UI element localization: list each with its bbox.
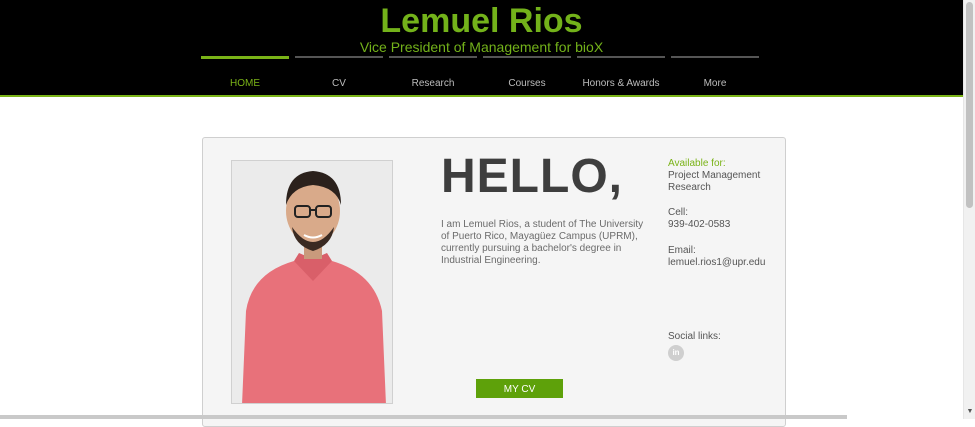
cell-label: Cell: [668,207,689,218]
site-title[interactable]: Lemuel Rios [0,2,963,40]
scrollbar-thumb[interactable] [966,2,973,208]
horizontal-scrollbar[interactable] [0,415,847,419]
cell-section: Cell: 939-402-0583 [668,207,730,231]
email-label: Email: [668,245,696,256]
linkedin-icon[interactable]: in [668,345,684,361]
profile-photo-illustration [232,161,392,403]
profile-photo [231,160,393,404]
available-item: Project Management [668,170,761,181]
intro-text: I am Lemuel Rios, a student of The Unive… [441,219,644,266]
nav-item-courses[interactable]: Courses [483,56,571,94]
nav-label[interactable]: Courses [483,78,571,89]
nav-item-more[interactable]: More [671,56,759,94]
nav-label[interactable]: Honors & Awards [577,78,665,89]
greeting-heading: HELLO, [441,150,623,203]
available-label: Available for: [668,158,726,169]
nav-item-research[interactable]: Research [389,56,477,94]
nav-label[interactable]: CV [295,78,383,89]
nav-item-home[interactable]: HOME [201,56,289,94]
nav-label[interactable]: HOME [201,78,289,89]
main-nav: HOME CV Research Courses Honors & Awards… [201,56,765,94]
my-cv-button[interactable]: MY CV [476,379,563,398]
nav-label[interactable]: More [671,78,759,89]
nav-item-honors-awards[interactable]: Honors & Awards [577,56,665,94]
social-label: Social links: [668,331,721,342]
availability-section: Available for: Project Management Resear… [668,158,760,194]
scroll-down-arrow-icon[interactable]: ▼ [966,407,974,417]
nav-indicator [389,56,477,58]
available-item: Research [668,182,711,193]
email-value[interactable]: lemuel.rios1@upr.edu [668,257,765,269]
vertical-scrollbar[interactable]: ▼ [963,0,975,419]
nav-item-cv[interactable]: CV [295,56,383,94]
nav-indicator [295,56,383,58]
email-section: Email: lemuel.rios1@upr.edu [668,245,765,269]
nav-label[interactable]: Research [389,78,477,89]
nav-indicator [577,56,665,58]
cell-value[interactable]: 939-402-0583 [668,219,730,231]
site-subtitle: Vice President of Management for bioX [359,39,604,55]
nav-indicator [671,56,759,58]
site-header: Lemuel Rios Vice President of Management… [0,0,963,97]
nav-indicator [201,56,289,59]
nav-indicator [483,56,571,58]
